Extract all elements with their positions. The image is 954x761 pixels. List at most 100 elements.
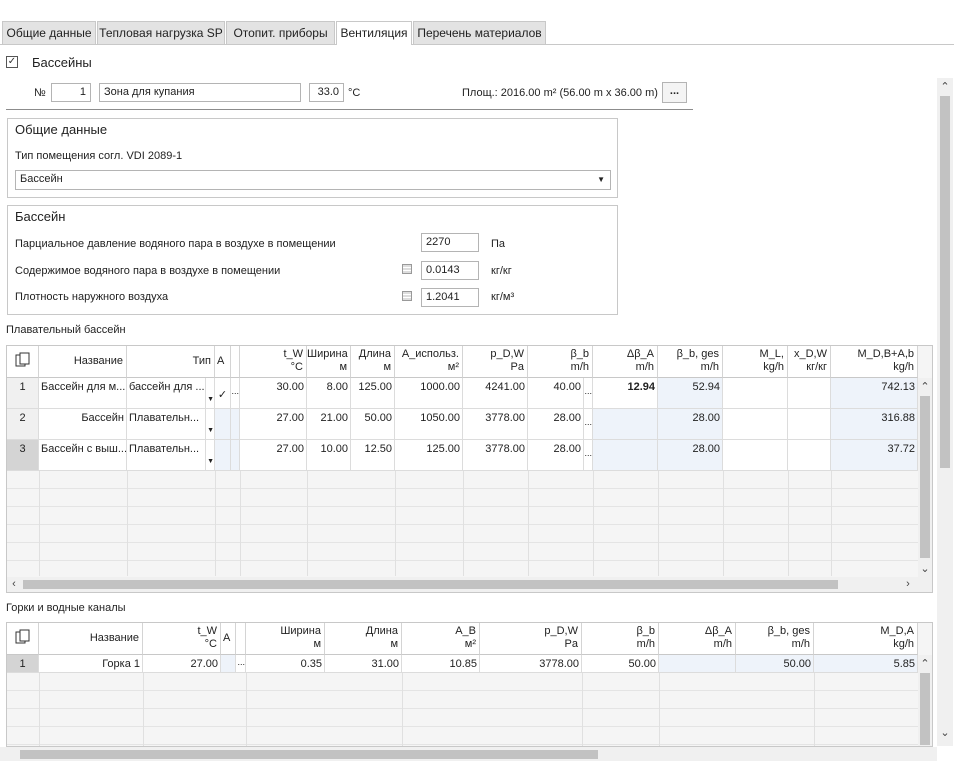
pool-width-cell[interactable]: 21.00: [307, 409, 351, 440]
zone-name-field[interactable]: Зона для купания: [99, 83, 301, 102]
pool-xdw-cell[interactable]: [788, 440, 831, 471]
chevron-down-icon[interactable]: ▼: [206, 409, 215, 440]
copy-icon[interactable]: [7, 346, 39, 378]
pool-ml-cell[interactable]: [723, 440, 788, 471]
air-density-field[interactable]: 1.2041: [421, 288, 479, 307]
slide-ab-cell[interactable]: 10.85: [402, 655, 480, 673]
pools-checkbox[interactable]: ✓: [6, 56, 18, 68]
tab-general[interactable]: Общие данные: [2, 21, 96, 44]
scroll-thumb[interactable]: [940, 96, 950, 468]
slide-name-cell[interactable]: Горка 1: [39, 655, 143, 673]
slide-a-checkbox[interactable]: [221, 655, 236, 673]
col-dba[interactable]: Δβ_A m/h: [593, 346, 658, 378]
pool-bb-more-button[interactable]: ...: [584, 409, 593, 440]
tab-ventilation[interactable]: Вентиляция: [336, 21, 412, 45]
pool-type-cell[interactable]: бассейн для ...: [127, 378, 206, 409]
slide-length-cell[interactable]: 31.00: [325, 655, 402, 673]
pool-width-cell[interactable]: 10.00: [307, 440, 351, 471]
row-number[interactable]: 1: [7, 378, 39, 409]
pool-type-cell[interactable]: Плавательн...: [127, 440, 206, 471]
pool-width-cell[interactable]: 8.00: [307, 378, 351, 409]
slide-a-more-button[interactable]: ...: [236, 655, 246, 673]
pool-tw-cell[interactable]: 27.00: [240, 440, 307, 471]
row-number[interactable]: 2: [7, 409, 39, 440]
pool-ml-cell[interactable]: [723, 409, 788, 440]
pool-a-checkbox[interactable]: [215, 440, 231, 471]
chevron-up-icon[interactable]: ⌃: [938, 82, 952, 93]
pressure-field[interactable]: 2270: [421, 233, 479, 252]
col-pdw[interactable]: p_D,W Pa: [480, 623, 582, 655]
pool-name-cell[interactable]: Бассейн: [39, 409, 127, 440]
col-bges[interactable]: β_b, ges m/h: [736, 623, 814, 655]
pool-length-cell[interactable]: 125.00: [351, 378, 395, 409]
page-hscroll[interactable]: [0, 747, 937, 761]
col-bb[interactable]: β_b m/h: [582, 623, 659, 655]
chevron-down-icon[interactable]: ⌄: [918, 564, 932, 575]
pool-bb-cell[interactable]: 40.00: [528, 378, 584, 409]
pool-bb-cell[interactable]: 28.00: [528, 440, 584, 471]
scroll-thumb[interactable]: [920, 673, 930, 745]
chevron-down-icon[interactable]: ⌄: [938, 728, 952, 739]
pool-area-cell[interactable]: 1050.00: [395, 409, 463, 440]
pool-a-checkbox[interactable]: [215, 409, 231, 440]
pool-a-checkbox[interactable]: ✓: [215, 378, 231, 409]
page-vscroll[interactable]: ⌃ ⌄: [937, 78, 953, 746]
chevron-up-icon[interactable]: ⌃: [918, 659, 932, 670]
col-tw[interactable]: t_W °C: [143, 623, 221, 655]
slides-table-vscroll[interactable]: ⌃: [918, 655, 932, 746]
col-type[interactable]: Тип: [127, 346, 215, 378]
col-dba[interactable]: Δβ_A m/h: [659, 623, 736, 655]
pool-length-cell[interactable]: 12.50: [351, 440, 395, 471]
pool-tw-cell[interactable]: 30.00: [240, 378, 307, 409]
col-width[interactable]: Ширина м: [246, 623, 325, 655]
copy-icon[interactable]: [7, 623, 39, 655]
col-width[interactable]: Ширина м: [307, 346, 351, 378]
pool-name-cell[interactable]: Бассейн для м...: [39, 378, 127, 409]
col-md[interactable]: M_D,A kg/h: [814, 623, 918, 655]
pool-bb-more-button[interactable]: ...: [584, 440, 593, 471]
col-ab[interactable]: A_B м²: [402, 623, 480, 655]
pool-area-cell[interactable]: 1000.00: [395, 378, 463, 409]
row-number[interactable]: 1: [7, 655, 39, 673]
tab-heaters[interactable]: Отопит. приборы: [226, 21, 335, 44]
pool-pdw-cell[interactable]: 3778.00: [463, 409, 528, 440]
col-ml[interactable]: M_L, kg/h: [723, 346, 788, 378]
slide-width-cell[interactable]: 0.35: [246, 655, 325, 673]
chevron-right-icon[interactable]: ›: [901, 579, 915, 590]
vapor-content-field[interactable]: 0.0143: [421, 261, 479, 280]
scroll-thumb[interactable]: [920, 396, 930, 558]
slide-pdw-cell[interactable]: 3778.00: [480, 655, 582, 673]
pool-a-more-button[interactable]: ...: [231, 378, 240, 409]
zone-number-field[interactable]: 1: [51, 83, 91, 102]
pool-area-cell[interactable]: 125.00: [395, 440, 463, 471]
room-type-select[interactable]: Бассейн ▼: [15, 170, 611, 190]
pool-length-cell[interactable]: 50.00: [351, 409, 395, 440]
col-name[interactable]: Название: [39, 623, 143, 655]
row-number[interactable]: 3: [7, 440, 39, 471]
swimming-table-hscroll[interactable]: ‹ ›: [7, 577, 932, 592]
tab-heat-load[interactable]: Тепловая нагрузка SP: [97, 21, 225, 44]
col-length[interactable]: Длина м: [325, 623, 402, 655]
col-tw[interactable]: t_W °C: [240, 346, 307, 378]
zone-temperature-field[interactable]: 33.0: [309, 83, 344, 102]
col-length[interactable]: Длина м: [351, 346, 395, 378]
col-name[interactable]: Название: [39, 346, 127, 378]
pool-xdw-cell[interactable]: [788, 409, 831, 440]
swimming-table-vscroll[interactable]: ⌃ ⌄: [918, 378, 932, 577]
pool-xdw-cell[interactable]: [788, 378, 831, 409]
pool-bb-cell[interactable]: 28.00: [528, 409, 584, 440]
area-more-button[interactable]: ...: [662, 82, 687, 103]
chevron-up-icon[interactable]: ⌃: [918, 382, 932, 393]
col-pdw[interactable]: p_D,W Pa: [463, 346, 528, 378]
col-xdw[interactable]: x_D,W кг/кг: [788, 346, 831, 378]
col-md[interactable]: M_D,B+A,b kg/h: [831, 346, 918, 378]
calculator-icon[interactable]: [402, 291, 412, 301]
calculator-icon[interactable]: [402, 264, 412, 274]
pool-type-cell[interactable]: Плавательн...: [127, 409, 206, 440]
pool-pdw-cell[interactable]: 3778.00: [463, 440, 528, 471]
scroll-thumb[interactable]: [23, 580, 838, 589]
pool-pdw-cell[interactable]: 4241.00: [463, 378, 528, 409]
col-bb[interactable]: β_b m/h: [528, 346, 593, 378]
pool-ml-cell[interactable]: [723, 378, 788, 409]
slide-tw-cell[interactable]: 27.00: [143, 655, 221, 673]
